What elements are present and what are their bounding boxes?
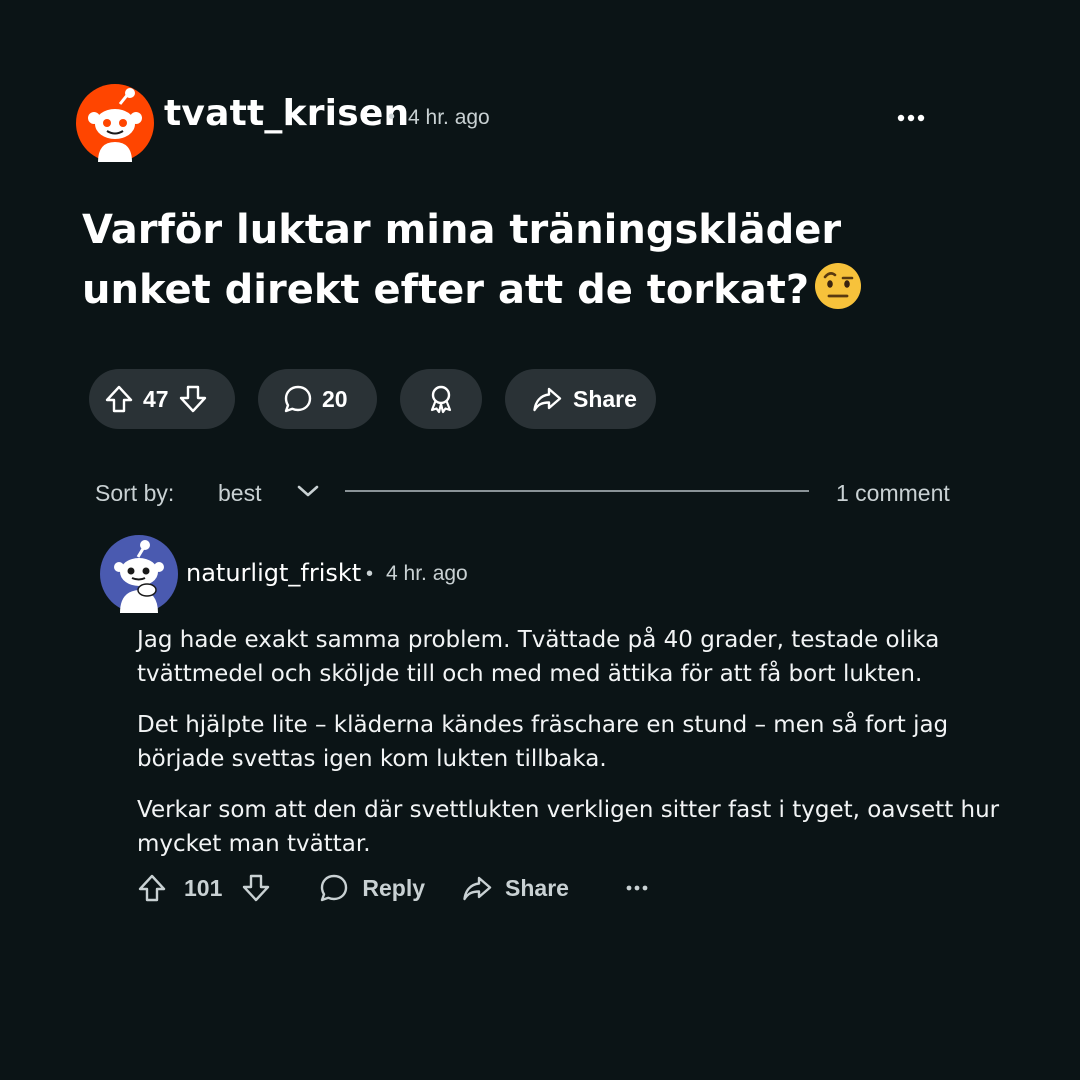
upvote-icon[interactable] [136,872,168,904]
more-options-icon[interactable] [896,108,926,128]
chevron-down-icon[interactable] [296,483,320,499]
comment-paragraph: Verkar som att den där svettlukten verkl… [137,797,1000,857]
comment-timestamp: 4 hr. ago [386,562,468,585]
reply-button[interactable]: Reply [318,872,425,904]
comment-share-button[interactable]: Share [461,872,569,904]
post-title: Varför luktar mina träningskläder unket … [82,200,962,320]
commenter-username[interactable]: naturligt_friskt [186,559,361,587]
post-vote-group: 47 [89,369,235,429]
share-button[interactable]: Share [505,369,656,429]
share-icon [463,876,492,901]
comment-body: Jag hade exakt samma problem. Tvättade p… [137,623,1037,878]
comment-paragraph: Jag hade exakt samma problem. Tvättade p… [137,627,940,687]
post-timestamp: 4 hr. ago [408,106,490,129]
commenter-avatar[interactable] [100,535,178,613]
meta-separator: • [388,106,396,128]
share-label: Share [573,385,637,412]
share-icon [533,387,562,412]
award-button[interactable] [400,369,482,429]
comment-bubble-icon [284,385,312,413]
meta-separator: • [366,563,374,585]
sort-label: Sort by: [95,480,175,506]
downvote-icon[interactable] [177,383,209,415]
upvote-icon[interactable] [103,383,135,415]
comments-button[interactable]: 20 [258,369,377,429]
comment-vote-count: 101 [184,874,223,901]
more-options-icon[interactable] [625,878,649,898]
reply-label: Reply [362,874,426,901]
comment-count: 20 [322,385,348,412]
op-username[interactable]: tvatt_krisen [164,93,409,134]
sort-dropdown[interactable]: best [218,480,261,507]
divider [345,490,809,492]
comment-count-label: 1 comment [836,480,950,506]
comment-paragraph: Det hjälpte lite – kläderna kändes fräsc… [137,712,949,772]
comment-actions: 101 Reply Share [136,868,649,908]
downvote-icon[interactable] [240,872,272,904]
comment-bubble-icon [321,874,348,902]
post-vote-count: 47 [143,385,169,412]
op-avatar[interactable] [76,84,154,162]
post-title-text: Varför luktar mina träningskläder unket … [82,207,842,313]
award-icon [430,385,452,414]
raised-eyebrow-emoji-icon [815,263,862,309]
comment-share-label: Share [505,874,569,901]
